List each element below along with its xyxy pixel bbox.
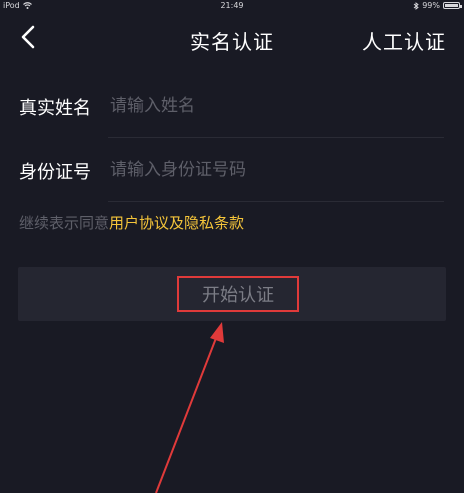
user-agreement-link[interactable]: 用户协议及隐私条款 [109, 214, 244, 232]
status-bar: iPod 21:49 99% [0, 0, 464, 12]
id-number-row: 身份证号 [0, 138, 464, 202]
status-time: 21:49 [220, 1, 244, 10]
divider [108, 201, 444, 202]
status-right: 99% [413, 1, 462, 10]
battery-fill [445, 4, 458, 7]
agreement-prefix: 继续表示同意 [19, 214, 110, 232]
name-input[interactable] [108, 90, 442, 122]
agreement-text: 继续表示同意用户协议及隐私条款 [19, 212, 244, 233]
battery-percent: 99% [422, 1, 440, 10]
name-label: 真实姓名 [19, 98, 91, 119]
start-verification-button[interactable]: 开始认证 [177, 276, 299, 312]
battery-icon [443, 2, 462, 9]
id-number-label: 身份证号 [19, 162, 91, 183]
manual-verification-button[interactable]: 人工认证 [362, 26, 446, 55]
name-row: 真实姓名 [0, 74, 464, 138]
nav-bar: 实名认证 人工认证 [0, 12, 464, 64]
id-number-input[interactable] [108, 154, 442, 186]
bluetooth-icon [413, 1, 419, 10]
